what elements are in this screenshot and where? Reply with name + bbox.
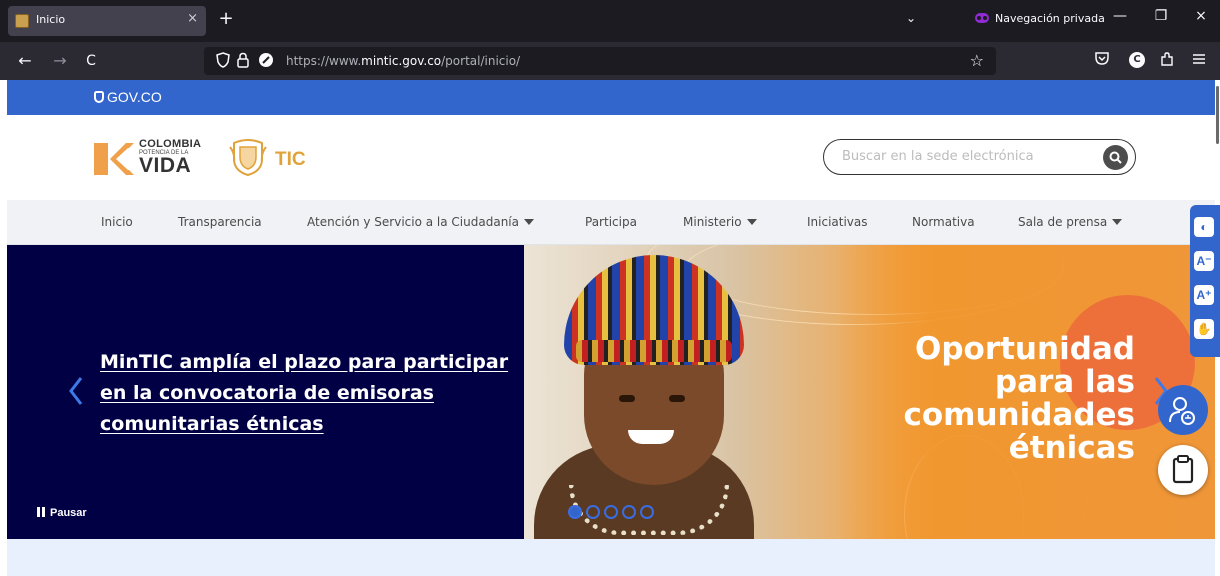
eye (669, 395, 685, 402)
tab-title: Inicio (36, 13, 66, 26)
clipboard-button[interactable] (1158, 445, 1208, 495)
profile-avatar[interactable]: C (1129, 52, 1145, 68)
lock-icon[interactable] (237, 52, 249, 73)
close-window-icon[interactable]: × (1186, 8, 1216, 24)
pocket-icon[interactable] (1091, 51, 1113, 69)
search-input[interactable] (842, 149, 1082, 164)
search-button[interactable] (1103, 145, 1128, 170)
menu-item-normativa[interactable]: Normativa (912, 215, 975, 229)
menu-item-ministerio[interactable]: Ministerio (683, 215, 757, 229)
content-area (7, 539, 1215, 576)
gov-bar: GOV.CO (7, 80, 1215, 115)
menu-item-inicio[interactable]: Inicio (101, 215, 133, 229)
eye (619, 395, 635, 402)
search-box (823, 139, 1136, 175)
tab-close-icon[interactable]: × (187, 11, 198, 26)
sign-language-icon[interactable]: ✋ (1194, 319, 1214, 339)
new-tab-icon[interactable]: + (216, 8, 236, 29)
bookmark-star-icon[interactable]: ☆ (970, 51, 984, 70)
private-mask-icon (975, 13, 989, 23)
accessibility-bar: ◐ A⁻ A⁺ ✋ (1190, 205, 1220, 357)
site-permission-icon[interactable] (258, 52, 274, 73)
main-menu: Inicio Transparencia Atención y Servicio… (7, 200, 1215, 245)
carousel-prev-icon[interactable] (67, 375, 85, 407)
assistant-button[interactable] (1158, 385, 1208, 435)
menu-item-participa[interactable]: Participa (585, 215, 637, 229)
hero-image[interactable]: Oportunidad para las comunidades étnicas (524, 245, 1215, 539)
favicon-icon (15, 14, 29, 28)
colombia-potencia-wordmark[interactable]: COLOMBIA POTENCIA DE LA VIDA (139, 138, 201, 176)
list-tabs-icon[interactable]: ⌄ (906, 11, 916, 25)
page-scrollbar[interactable] (1216, 86, 1219, 144)
reload-icon[interactable]: C (80, 51, 102, 71)
hero-text-panel: MinTIC amplía el plazo para participar e… (7, 245, 524, 539)
carousel-dot-1[interactable] (568, 505, 582, 519)
carousel-dot-3[interactable] (604, 505, 618, 519)
tab-bar: Inicio × + ⌄ Navegación privada — ❐ × (0, 0, 1220, 42)
tracking-shield-icon[interactable] (216, 52, 230, 73)
nav-toolbar: ← → C https://www.mintic.gov.co/portal/i… (0, 42, 1220, 80)
minimize-icon[interactable]: — (1105, 8, 1135, 24)
extensions-icon[interactable] (1156, 51, 1178, 71)
increase-text-icon[interactable]: A⁺ (1194, 285, 1214, 305)
carousel-dot-2[interactable] (586, 505, 600, 519)
menu-item-sala-de-prensa[interactable]: Sala de prensa (1018, 215, 1123, 229)
private-browsing-indicator: Navegación privada (975, 12, 1105, 25)
url-text[interactable]: https://www.mintic.gov.co/portal/inicio/ (286, 54, 520, 68)
contrast-icon[interactable]: ◐ (1194, 217, 1214, 237)
clipboard-icon (1172, 455, 1194, 484)
decrease-text-icon[interactable]: A⁻ (1194, 251, 1214, 271)
govco-shield-icon (94, 91, 104, 103)
pause-icon (37, 507, 45, 517)
govco-logo[interactable]: GOV.CO (94, 89, 162, 105)
menu-icon[interactable] (1188, 51, 1210, 69)
tic-wordmark[interactable]: TIC (275, 149, 306, 171)
carousel-dot-5[interactable] (640, 505, 654, 519)
coat-of-arms-icon[interactable] (229, 137, 267, 177)
restore-icon[interactable]: ❐ (1146, 8, 1176, 24)
web-page: GOV.CO COLOMBIA POTENCIA DE LA VIDA TIC … (0, 80, 1220, 576)
carousel-dots (568, 504, 658, 523)
colombia-potencia-logo-icon[interactable] (94, 140, 134, 178)
chevron-down-icon (1112, 219, 1123, 225)
promo-text: Oportunidad para las comunidades étnicas (903, 331, 1135, 466)
forward-icon[interactable]: → (49, 51, 71, 71)
chevron-down-icon (523, 219, 534, 225)
user-assist-icon (1169, 397, 1195, 425)
hero-headline-link[interactable]: MinTIC amplía el plazo para participar e… (100, 347, 520, 440)
search-icon (1109, 151, 1122, 164)
back-icon[interactable]: ← (14, 51, 36, 71)
tab-inicio[interactable]: Inicio × (8, 6, 206, 36)
url-bar[interactable]: https://www.mintic.gov.co/portal/inicio/… (204, 47, 996, 75)
menu-item-transparencia[interactable]: Transparencia (178, 215, 262, 229)
smile (628, 430, 674, 444)
menu-item-atencion[interactable]: Atención y Servicio a la Ciudadanía (307, 215, 534, 229)
menu-item-iniciativas[interactable]: Iniciativas (807, 215, 868, 229)
private-label: Navegación privada (995, 12, 1105, 25)
chevron-down-icon (746, 219, 757, 225)
carousel-dot-4[interactable] (622, 505, 636, 519)
pause-button[interactable]: Pausar (37, 507, 87, 519)
beaded-band (576, 340, 732, 362)
site-header: COLOMBIA POTENCIA DE LA VIDA TIC (7, 115, 1215, 200)
